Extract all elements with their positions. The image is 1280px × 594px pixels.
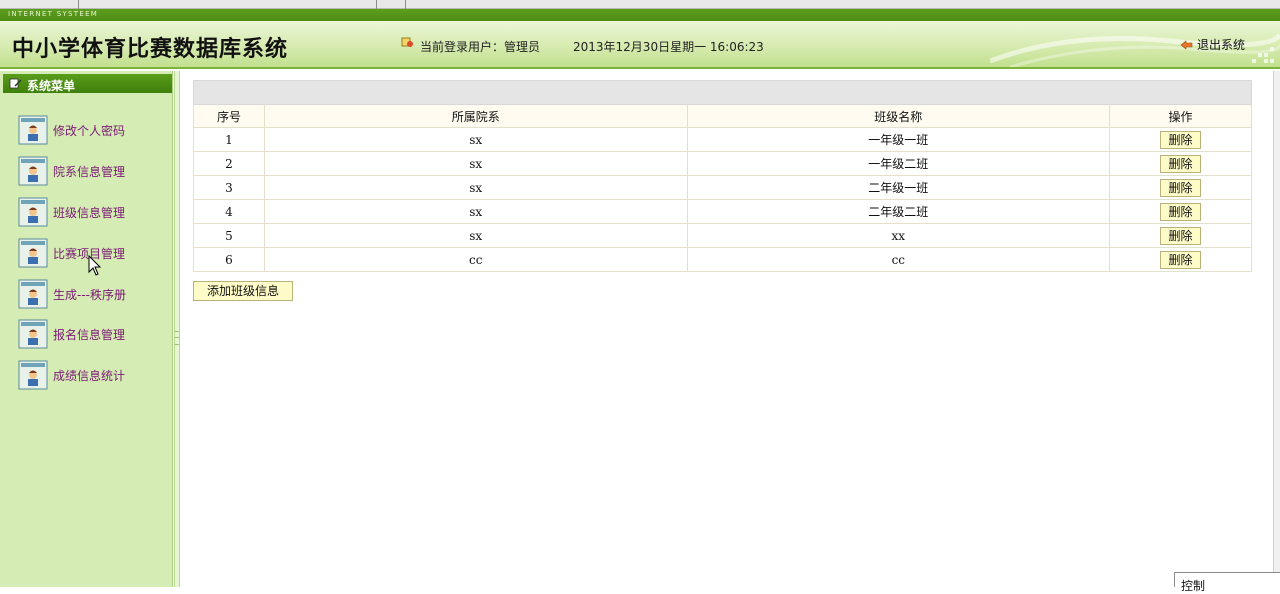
cell-index: 4 xyxy=(193,199,265,224)
app-header: 中小学体育比赛数据库系统 当前登录用户：管理员 2013年12月30日星期一 1… xyxy=(0,21,1280,69)
main-content: 序号 所属院系 班级名称 操作 1 sx 一年级一班 删除 2 sx 一年级二班… xyxy=(181,71,1273,587)
table-row: 1 sx 一年级一班 删除 xyxy=(193,127,1252,152)
sidebar-heading: 系统菜单 xyxy=(3,74,172,93)
exit-system-link[interactable]: 退出系统 xyxy=(1180,36,1245,53)
sidebar-item-change-password[interactable]: 修改个人密码 xyxy=(18,115,125,145)
cell-index: 3 xyxy=(193,175,265,200)
user-card-icon xyxy=(18,279,48,309)
cell-action: 删除 xyxy=(1109,127,1252,152)
sidebar-item-generate-order-book[interactable]: 生成---秩序册 xyxy=(18,279,126,309)
user-card-icon xyxy=(18,360,48,390)
cell-class-name: cc xyxy=(686,247,1111,272)
control-panel-tab[interactable]: 控制 xyxy=(1174,572,1280,593)
frame-splitter[interactable] xyxy=(174,71,180,587)
cell-class-name: xx xyxy=(686,223,1111,248)
cell-department: sx xyxy=(263,199,688,224)
delete-button[interactable]: 删除 xyxy=(1160,130,1202,149)
vertical-scrollbar[interactable] xyxy=(1273,71,1280,587)
user-lock-icon xyxy=(401,37,413,47)
cell-index: 6 xyxy=(193,247,265,272)
exit-arrow-icon xyxy=(1180,39,1193,50)
cell-department: sx xyxy=(263,223,688,248)
sidebar-heading-label: 系统菜单 xyxy=(27,79,76,93)
sidebar-item-label: 成绩信息统计 xyxy=(53,368,126,383)
table-row: 2 sx 一年级二班 删除 xyxy=(193,151,1252,176)
user-card-icon xyxy=(18,238,48,268)
delete-button[interactable]: 删除 xyxy=(1160,202,1202,221)
tab-divider xyxy=(78,0,79,9)
cell-action: 删除 xyxy=(1109,223,1252,248)
sidebar-item-score-statistics[interactable]: 成绩信息统计 xyxy=(18,360,125,390)
sidebar-item-label: 班级信息管理 xyxy=(53,205,126,220)
class-table: 序号 所属院系 班级名称 操作 1 sx 一年级一班 删除 2 sx 一年级二班… xyxy=(193,80,1252,272)
table-row: 6 cc cc 删除 xyxy=(193,247,1252,272)
delete-button[interactable]: 删除 xyxy=(1160,250,1202,269)
table-row: 3 sx 二年级一班 删除 xyxy=(193,175,1252,200)
column-header-action: 操作 xyxy=(1109,104,1252,128)
user-card-icon xyxy=(18,197,48,227)
table-row: 5 sx xx 删除 xyxy=(193,223,1252,248)
column-header-department: 所属院系 xyxy=(263,104,688,128)
splitter-grip[interactable] xyxy=(175,331,179,345)
user-card-icon xyxy=(18,319,48,349)
current-user-label: 当前登录用户：管理员 xyxy=(420,40,541,54)
delete-button[interactable]: 删除 xyxy=(1160,178,1202,197)
tab-divider xyxy=(376,0,377,9)
sidebar-item-department-management[interactable]: 院系信息管理 xyxy=(18,156,125,186)
table-caption-bar xyxy=(193,80,1252,105)
browser-tab-strip xyxy=(0,0,1280,9)
table-header-row: 序号 所属院系 班级名称 操作 xyxy=(193,104,1252,128)
edit-icon xyxy=(9,78,22,89)
column-header-class-name: 班级名称 xyxy=(686,104,1111,128)
cell-action: 删除 xyxy=(1109,151,1252,176)
sidebar-item-class-management[interactable]: 班级信息管理 xyxy=(18,197,125,227)
cell-department: sx xyxy=(263,151,688,176)
brand-bar: INTERNET SYSTEEM xyxy=(0,9,1280,21)
column-header-index: 序号 xyxy=(193,104,265,128)
sidebar-item-label: 生成---秩序册 xyxy=(53,287,126,302)
cell-class-name: 一年级一班 xyxy=(686,127,1111,152)
cell-index: 5 xyxy=(193,223,265,248)
sidebar-item-registration-management[interactable]: 报名信息管理 xyxy=(18,319,125,349)
cell-index: 2 xyxy=(193,151,265,176)
cell-department: cc xyxy=(263,247,688,272)
sidebar-item-event-management[interactable]: 比赛项目管理 xyxy=(18,238,125,268)
brand-tag: INTERNET SYSTEEM xyxy=(8,10,99,18)
exit-system-label: 退出系统 xyxy=(1197,38,1246,52)
datetime-display: 2013年12月30日星期一 16:06:23 xyxy=(573,40,764,54)
user-card-icon xyxy=(18,156,48,186)
table-row: 4 sx 二年级二班 删除 xyxy=(193,199,1252,224)
cell-index: 1 xyxy=(193,127,265,152)
control-panel-label: 控制 xyxy=(1181,579,1206,593)
mouse-cursor-icon xyxy=(88,255,102,276)
cell-department: sx xyxy=(263,175,688,200)
cell-class-name: 二年级一班 xyxy=(686,175,1111,200)
sidebar-item-label: 报名信息管理 xyxy=(53,327,126,342)
cell-action: 删除 xyxy=(1109,175,1252,200)
delete-button[interactable]: 删除 xyxy=(1160,154,1202,173)
cell-action: 删除 xyxy=(1109,247,1252,272)
cell-class-name: 二年级二班 xyxy=(686,199,1111,224)
user-card-icon xyxy=(18,115,48,145)
cell-action: 删除 xyxy=(1109,199,1252,224)
add-class-button[interactable]: 添加班级信息 xyxy=(193,281,293,301)
sidebar: 系统菜单 修改个人密码 院系信息管理 班级信息管理 比赛项目管理 生成---秩序… xyxy=(0,71,173,587)
cell-department: sx xyxy=(263,127,688,152)
delete-button[interactable]: 删除 xyxy=(1160,226,1202,245)
tab-divider xyxy=(405,0,406,9)
cell-class-name: 一年级二班 xyxy=(686,151,1111,176)
sidebar-item-label: 修改个人密码 xyxy=(53,123,126,138)
sidebar-item-label: 院系信息管理 xyxy=(53,164,126,179)
page-title: 中小学体育比赛数据库系统 xyxy=(12,36,289,62)
